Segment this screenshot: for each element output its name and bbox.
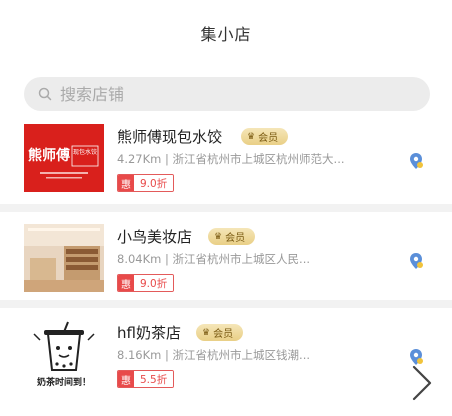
page-title: 集小店 xyxy=(200,25,252,44)
page-header: 集小店 xyxy=(0,0,452,66)
search-bar[interactable] xyxy=(24,77,430,111)
search-icon xyxy=(36,85,54,103)
chevron-right-icon[interactable] xyxy=(406,364,436,402)
member-badge: ♛ 会员 xyxy=(196,324,244,341)
store-name: 小鸟美妆店 xyxy=(117,228,193,246)
store-meta: 8.04Km | 浙江省杭州市上城区人民... xyxy=(117,252,311,266)
promo-label: 惠 xyxy=(118,371,134,387)
discount-tag: 惠 9.0折 xyxy=(117,174,175,192)
location-pin-icon[interactable] xyxy=(408,152,424,170)
member-badge: ♛ 会员 xyxy=(208,228,256,245)
list-divider xyxy=(0,300,452,308)
store-thumbnail: 熊师傅 现包水饺 xyxy=(24,124,104,192)
store-meta: 8.16Km | 浙江省杭州市上城区钱潮... xyxy=(117,348,311,362)
store-logo-text: 奶茶时间到！ xyxy=(36,376,91,388)
crown-icon: ♛ xyxy=(247,131,256,142)
location-pin-icon[interactable] xyxy=(408,252,424,270)
discount-value: 5.5折 xyxy=(134,371,174,387)
store-name: hfl奶茶店 xyxy=(117,324,181,342)
promo-label: 惠 xyxy=(118,175,134,191)
list-divider xyxy=(0,204,452,212)
search-input[interactable] xyxy=(58,83,402,105)
crown-icon: ♛ xyxy=(202,327,211,338)
store-item[interactable]: 奶茶时间到！ hfl奶茶店 ♛ 会员 8.16Km | 浙江省杭州市上城区钱潮..… xyxy=(0,320,452,416)
store-name: 熊师傅现包水饺 xyxy=(117,128,223,146)
discount-value: 9.0折 xyxy=(134,275,174,291)
store-meta: 4.27Km | 浙江省杭州市上城区杭州师范大... xyxy=(117,152,345,166)
crown-icon: ♛ xyxy=(214,231,223,242)
store-logo-text: 熊师傅 xyxy=(28,147,70,164)
discount-value: 9.0折 xyxy=(134,175,174,191)
discount-tag: 惠 9.0折 xyxy=(117,274,175,292)
store-logo-subtext: 现包水饺 xyxy=(73,148,97,156)
member-badge: ♛ 会员 xyxy=(241,128,289,145)
store-thumbnail: 奶茶时间到！ xyxy=(24,320,104,388)
discount-tag: 惠 5.5折 xyxy=(117,370,175,388)
promo-label: 惠 xyxy=(118,275,134,291)
store-thumbnail xyxy=(24,224,104,292)
